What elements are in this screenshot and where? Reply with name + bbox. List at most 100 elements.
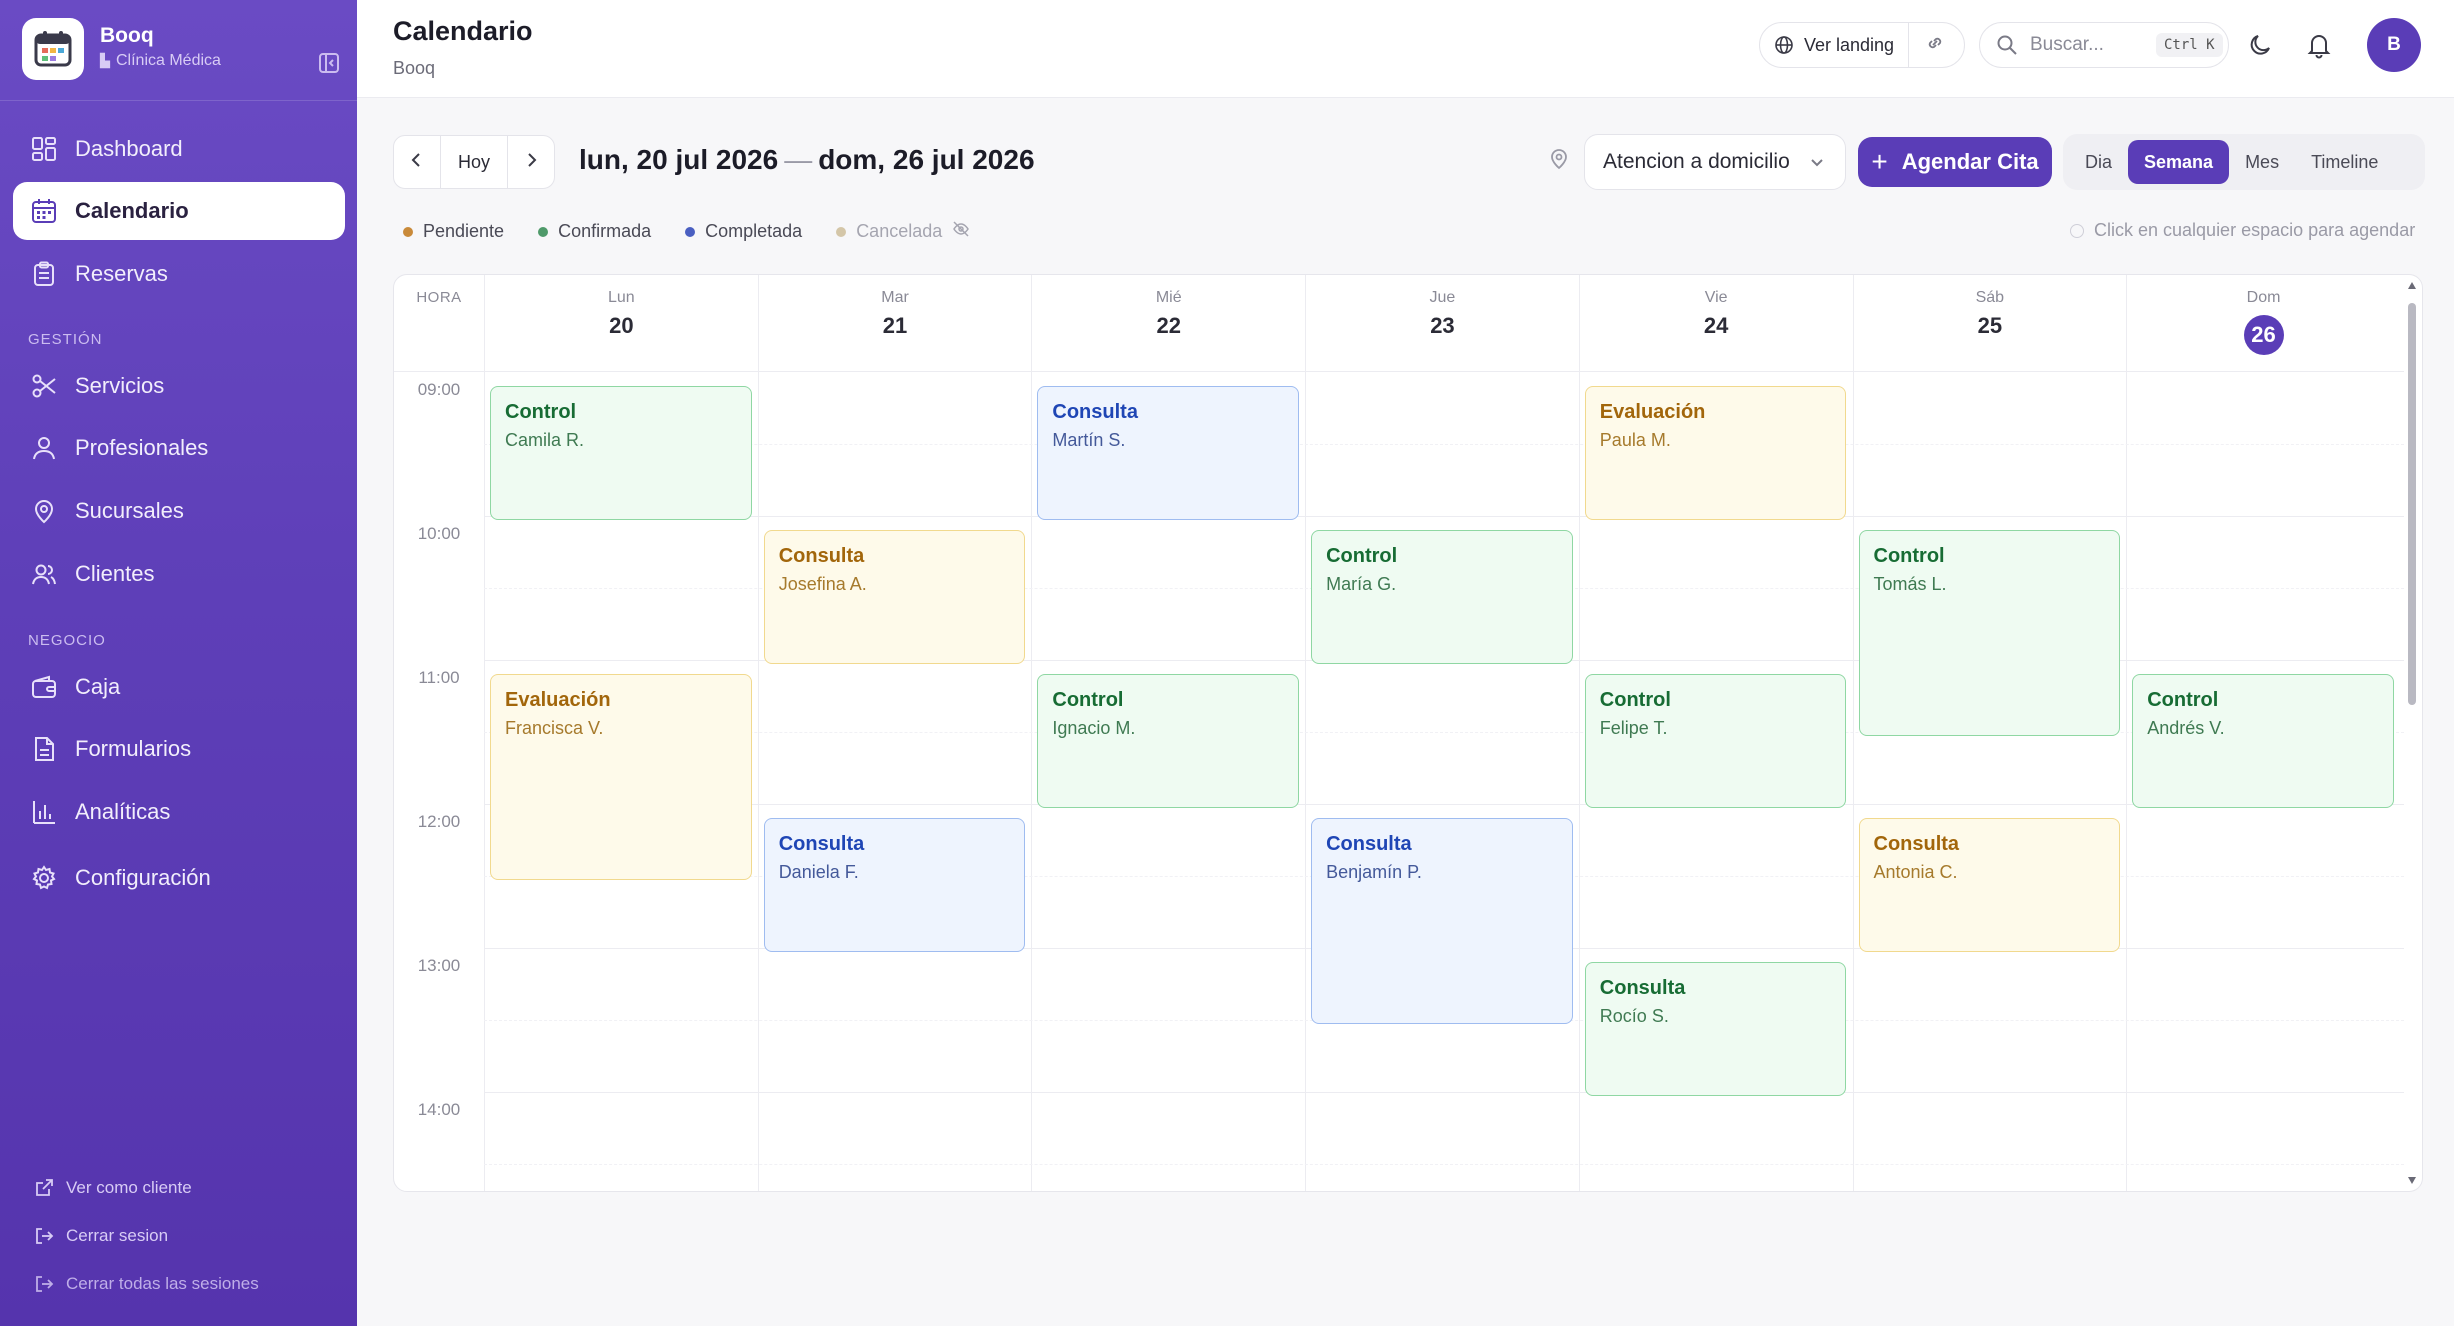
sidebar-item-sucursales[interactable]: Sucursales bbox=[13, 482, 345, 540]
day-column-divider bbox=[2126, 372, 2128, 1191]
sidebar-item-profesionales[interactable]: Profesionales bbox=[13, 419, 345, 477]
appointment-client: Antonia C. bbox=[1873, 862, 1958, 882]
view-switcher: Dia Semana Mes Timeline bbox=[2063, 134, 2425, 190]
notifications-bell-icon[interactable] bbox=[2303, 29, 2335, 61]
calendar-scrollbar[interactable] bbox=[2402, 275, 2422, 1191]
day-number: 24 bbox=[1703, 313, 1729, 338]
appointment-card[interactable]: Evaluación Paula M. bbox=[1584, 386, 1847, 520]
day-header-jue: Jue 23 bbox=[1305, 275, 1579, 371]
section-negocio: NEGOCIO bbox=[28, 632, 106, 649]
section-gestion: GESTIÓN bbox=[28, 331, 103, 348]
appointment-card[interactable]: Evaluación Francisca V. bbox=[490, 674, 752, 880]
sidebar-item-label: Caja bbox=[75, 674, 121, 699]
appointment-card[interactable]: Consulta Josefina A. bbox=[763, 530, 1026, 664]
scroll-thumb[interactable] bbox=[2408, 303, 2416, 705]
scroll-down-icon[interactable] bbox=[2407, 1175, 2417, 1185]
next-week-button[interactable] bbox=[508, 136, 554, 188]
today-badge: 26 bbox=[2243, 315, 2284, 355]
bar-chart-icon bbox=[29, 797, 59, 827]
view-timeline-button[interactable]: Timeline bbox=[2295, 140, 2394, 184]
appointment-title: Control bbox=[2147, 689, 2219, 711]
theme-toggle-moon-icon[interactable] bbox=[2245, 29, 2277, 61]
appointment-card[interactable]: Consulta Rocío S. bbox=[1584, 962, 1847, 1096]
brand-subtitle-text: Clínica Médica bbox=[116, 52, 221, 69]
day-column-divider bbox=[1852, 372, 1854, 1191]
appointment-client: María G. bbox=[1326, 574, 1397, 594]
appointment-client: Andrés V. bbox=[2147, 718, 2225, 738]
day-name: Mar bbox=[881, 289, 909, 306]
appointment-card[interactable]: Control Camila R. bbox=[490, 386, 752, 520]
logout-icon bbox=[34, 1274, 54, 1294]
document-icon bbox=[29, 734, 59, 764]
day-number: 22 bbox=[1156, 313, 1181, 338]
search-box[interactable]: Ctrl K bbox=[1979, 22, 2229, 68]
user-avatar[interactable]: B bbox=[2367, 18, 2421, 72]
add-appointment-button[interactable]: + Agendar Cita bbox=[1858, 137, 2052, 187]
appointment-card[interactable]: Control Ignacio M. bbox=[1037, 674, 1300, 808]
sidebar-item-servicios[interactable]: Servicios bbox=[13, 357, 345, 415]
today-button[interactable]: Hoy bbox=[440, 136, 508, 188]
search-input[interactable] bbox=[2030, 34, 2148, 56]
appointment-card[interactable]: Consulta Antonia C. bbox=[1858, 818, 2121, 952]
sidebar-item-formularios[interactable]: Formularios bbox=[13, 720, 345, 778]
view-landing-button[interactable]: Ver landing bbox=[1760, 23, 1910, 67]
appointment-card[interactable]: Control María G. bbox=[1311, 530, 1573, 664]
sidebar-item-caja[interactable]: Caja bbox=[13, 658, 345, 716]
hour-label: 11:00 bbox=[418, 668, 460, 687]
legend-pendiente: Pendiente bbox=[403, 221, 504, 242]
appointment-card[interactable]: Consulta Daniela F. bbox=[763, 818, 1026, 952]
sidebar-item-calendario[interactable]: Calendario bbox=[13, 182, 345, 240]
hour-label: 10:00 bbox=[417, 524, 461, 543]
sidebar: Booq ▙ Clínica Médica Dashboard Calendari… bbox=[0, 0, 357, 1326]
logout-link[interactable]: Cerrar sesion bbox=[34, 1226, 168, 1246]
logout-all-link[interactable]: Cerrar todas las sesiones bbox=[34, 1274, 259, 1294]
sidebar-divider bbox=[0, 100, 357, 101]
copy-link-button[interactable] bbox=[1909, 32, 1961, 59]
day-header-dom: Dom 26 bbox=[2126, 275, 2400, 371]
logout-icon bbox=[34, 1226, 54, 1246]
view-as-client-link[interactable]: Ver como cliente bbox=[34, 1178, 192, 1198]
sidebar-item-configuracion[interactable]: Configuración bbox=[13, 849, 345, 907]
clipboard-icon bbox=[29, 259, 59, 289]
sidebar-item-label: Sucursales bbox=[75, 498, 184, 523]
appointment-title: Control bbox=[1599, 689, 1671, 711]
half-hour-line bbox=[484, 444, 2404, 445]
landing-group: Ver landing bbox=[1759, 22, 1965, 68]
location-select[interactable]: Atencion a domicilio bbox=[1584, 134, 1846, 190]
appointment-card[interactable]: Control Felipe T. bbox=[1584, 674, 1847, 808]
eye-off-icon[interactable] bbox=[952, 220, 970, 243]
legend-label: Pendiente bbox=[423, 221, 505, 241]
view-day-button[interactable]: Dia bbox=[2069, 140, 2128, 184]
location-pin-icon bbox=[1548, 148, 1574, 174]
location-select-value: Atencion a domicilio bbox=[1603, 150, 1790, 173]
sidebar-item-reservas[interactable]: Reservas bbox=[13, 245, 345, 303]
appointment-card[interactable]: Consulta Martín S. bbox=[1037, 386, 1300, 520]
day-column-divider bbox=[757, 372, 759, 1191]
sidebar-item-clientes[interactable]: Clientes bbox=[13, 545, 345, 603]
external-link-icon bbox=[34, 1178, 54, 1198]
time-grid[interactable]: 09:00 10:00 11:00 12:00 13:00 14:00 Control Cam… bbox=[394, 371, 2404, 1191]
hour-label: 09:00 bbox=[417, 380, 461, 399]
legend-dot bbox=[403, 226, 413, 237]
view-week-button[interactable]: Semana bbox=[2128, 140, 2230, 184]
appointment-card[interactable]: Control Tomás L. bbox=[1858, 530, 2121, 736]
sidebar-item-label: Dashboard bbox=[75, 136, 183, 161]
sidebar-item-dashboard[interactable]: Dashboard bbox=[13, 120, 345, 178]
prev-week-button[interactable] bbox=[394, 136, 440, 188]
view-month-button[interactable]: Mes bbox=[2229, 140, 2295, 184]
appointment-client: Martín S. bbox=[1052, 430, 1126, 450]
sidebar-item-analiticas[interactable]: Analíticas bbox=[13, 783, 345, 841]
appointment-card[interactable]: Consulta Benjamín P. bbox=[1311, 818, 1573, 1024]
sidebar-collapse-icon[interactable] bbox=[318, 52, 344, 78]
day-number: 23 bbox=[1430, 313, 1455, 338]
week-calendar: HORA Lun 20 Mar 21 Mié 22 Jue 23 Vie 24 Sáb 25 Dom 26… bbox=[393, 274, 2423, 1192]
globe-icon bbox=[1774, 35, 1794, 55]
scroll-up-icon[interactable] bbox=[2407, 281, 2417, 291]
legend-dot bbox=[685, 226, 696, 237]
half-hour-line bbox=[484, 1164, 2404, 1165]
brand-name: Booq bbox=[100, 24, 154, 47]
legend-cancelada[interactable]: Cancelada bbox=[836, 220, 970, 243]
appointment-card[interactable]: Control Andrés V. bbox=[2132, 674, 2394, 808]
range-start: lun, 20 jul 2026 bbox=[579, 144, 779, 175]
appointment-title: Evaluación bbox=[1599, 401, 1706, 423]
